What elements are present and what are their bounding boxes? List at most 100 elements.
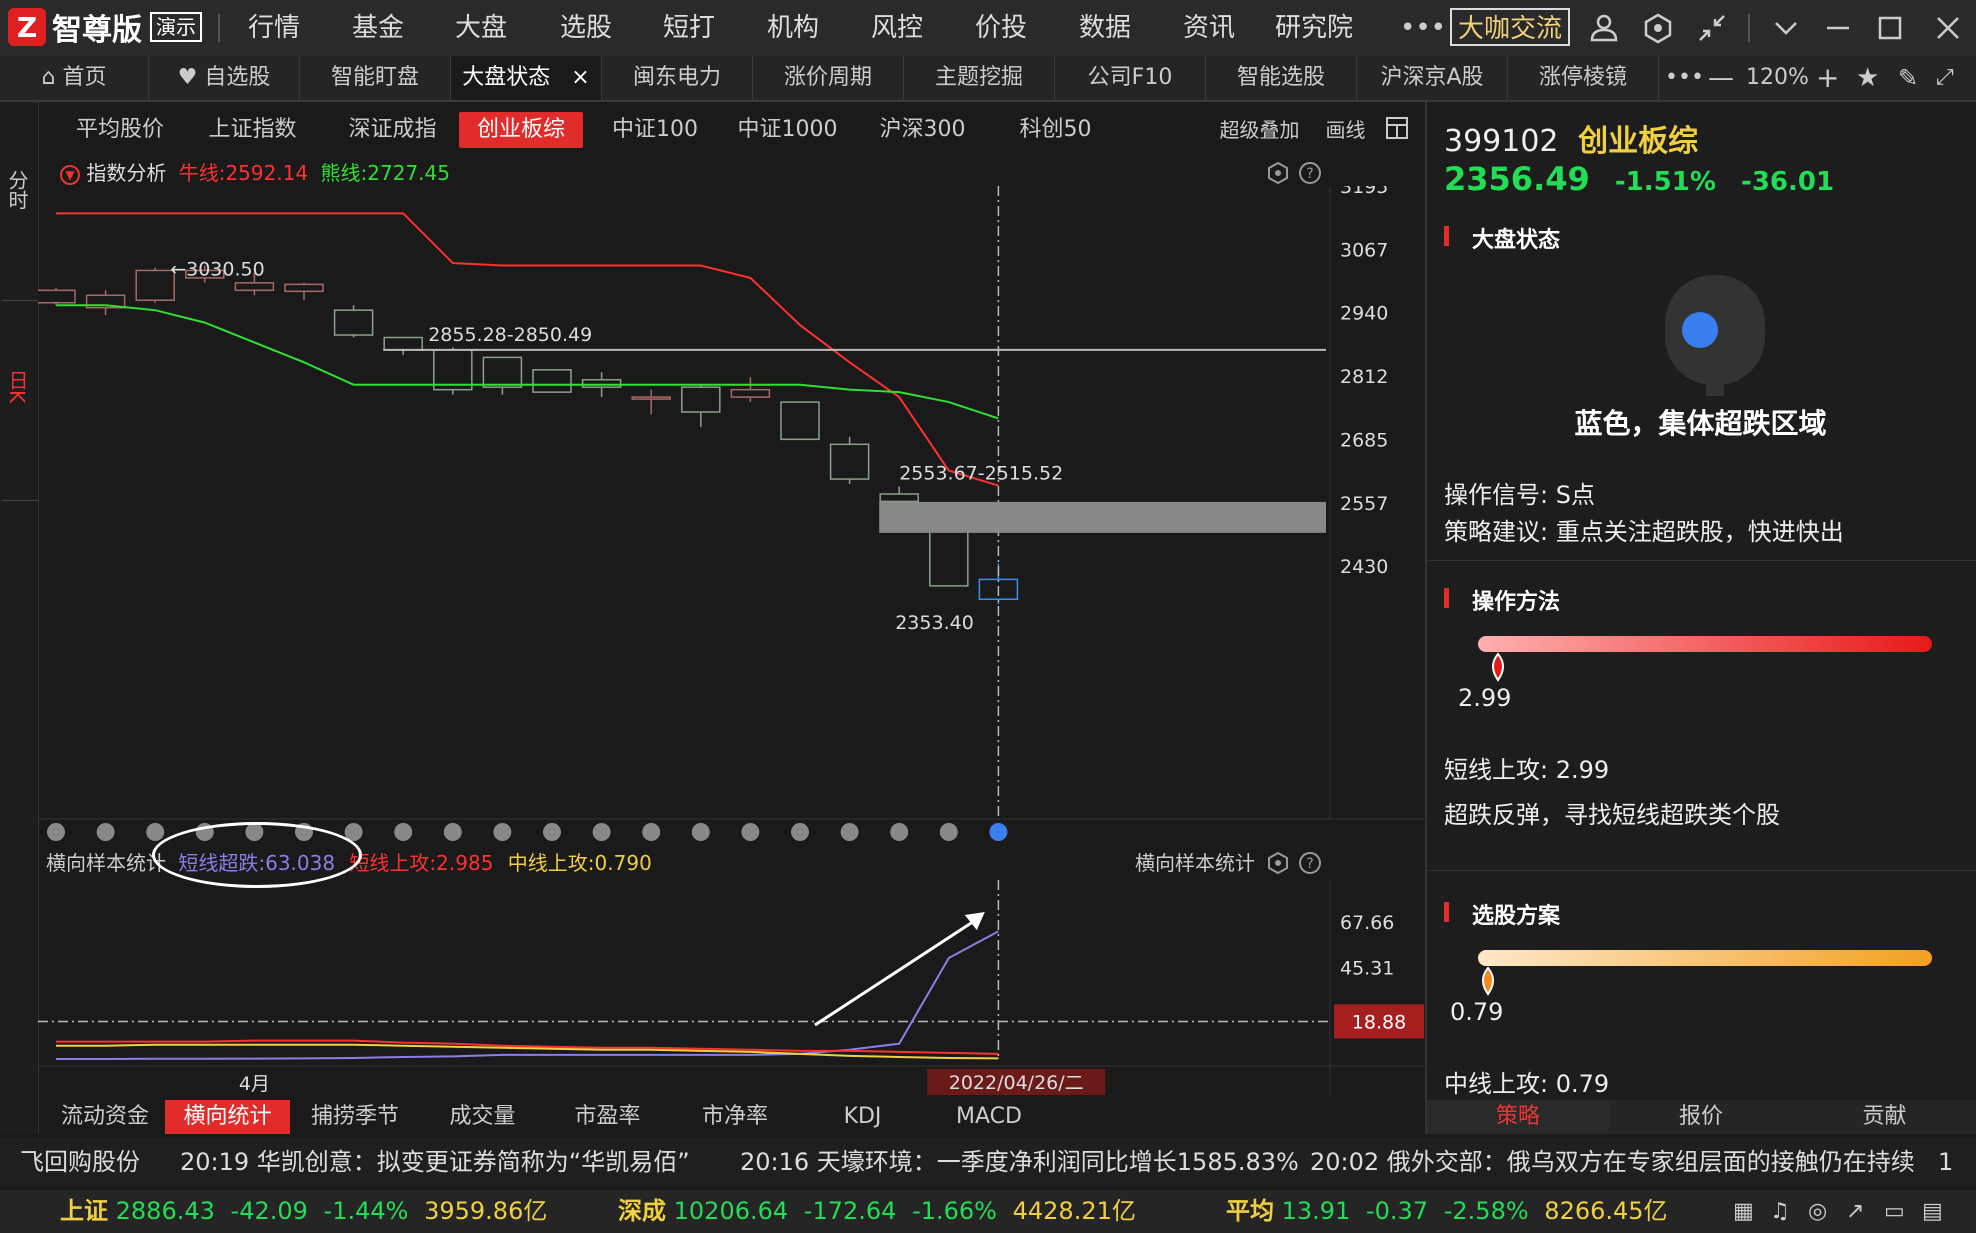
svg-text:?: ? (1306, 166, 1313, 182)
index-price: 13.91 (1281, 1197, 1351, 1225)
bell-icon[interactable]: ♫ (1770, 1190, 1790, 1233)
news-item[interactable]: 20:19 华凯创意：拟变更证券简称为“华凯易佰” (180, 1137, 690, 1187)
index-tab[interactable]: 中证100 (605, 112, 705, 148)
svg-text:?: ? (1306, 856, 1313, 872)
overlay-button[interactable]: 超级叠加 (1212, 112, 1307, 148)
edit-icon[interactable]: ✎ (1898, 56, 1918, 100)
indicator-tab[interactable]: KDJ (810, 1100, 915, 1134)
quote-values: 2356.49 -1.51% -36.01 (1444, 160, 1834, 198)
menu-divider (1748, 14, 1750, 42)
minimize-icon[interactable] (1822, 12, 1854, 44)
menu-fengkong[interactable]: 风控 (871, 0, 923, 56)
index-avg[interactable]: 平均 13.91 -0.37 -2.58% 8266.45亿 (1226, 1190, 1668, 1233)
candle-body (532, 369, 572, 393)
period-dot (493, 823, 512, 841)
tab-theme[interactable]: 主题挖掘 (904, 56, 1055, 100)
index-tab[interactable]: 上证指数 (195, 112, 310, 148)
period-dot (890, 823, 909, 841)
right-tab-quote[interactable]: 报价 (1610, 1100, 1792, 1134)
indicator-tab[interactable]: 市盈率 (555, 1100, 660, 1134)
indicator-tab[interactable]: 成交量 (430, 1100, 535, 1134)
indicator-tab-active[interactable]: 横向统计 (165, 1100, 290, 1134)
news-item[interactable]: 1 (1938, 1137, 1953, 1187)
shrink-icon[interactable] (1696, 12, 1728, 44)
index-tab[interactable]: 深证成指 (335, 112, 450, 148)
index-sh[interactable]: 上证 2886.43 -42.09 -1.44% 3959.86亿 (60, 1190, 547, 1233)
expand-icon[interactable]: ⤢ (1936, 56, 1954, 100)
menu-jigou[interactable]: 机构 (767, 0, 819, 56)
indicator-tab[interactable]: 流动资金 (50, 1100, 160, 1134)
target-icon[interactable]: ◎ (1808, 1190, 1827, 1233)
index-tab[interactable]: 科创50 (1008, 112, 1103, 148)
message-icon[interactable]: ▭ (1884, 1190, 1905, 1233)
tab-watchlist[interactable]: ♥ 自选股 (149, 56, 300, 100)
index-tab[interactable]: 沪深300 (870, 112, 975, 148)
indicator-tab[interactable]: 市净率 (680, 1100, 790, 1134)
index-tab[interactable]: 平均股价 (65, 112, 175, 148)
tab-mindong[interactable]: 闽东电力 (602, 56, 753, 100)
short-up-label: 短线上攻:2.985 (349, 851, 494, 875)
tab-smart-watch[interactable]: 智能盯盘 (300, 56, 451, 100)
news-item[interactable]: 20:02 俄外交部：俄乌双方在专家组层面的接触仍在持续 (1310, 1137, 1915, 1187)
sub-settings-icon[interactable] (1266, 851, 1290, 875)
menu-jiatou[interactable]: 价投 (975, 0, 1027, 56)
tab-home[interactable]: ⌂ 首页 (0, 56, 149, 100)
news-ticker[interactable]: 飞回购股份 20:19 华凯创意：拟变更证券简称为“华凯易佰” 20:16 天壕… (0, 1137, 1976, 1187)
chart-icon[interactable]: ↗ (1846, 1190, 1864, 1233)
menu-shuju[interactable]: 数据 (1079, 0, 1131, 56)
period-dot (96, 823, 115, 841)
sub-help-icon[interactable]: ? (1298, 851, 1322, 875)
menu-xuangu[interactable]: 选股 (560, 0, 612, 56)
news-item[interactable]: 20:16 天壕环境：一季度净利润同比增长1585.83% (740, 1137, 1299, 1187)
maximize-icon[interactable] (1874, 12, 1906, 44)
chevron-down-icon[interactable] (1770, 12, 1802, 44)
tab-f10[interactable]: 公司F10 (1055, 56, 1206, 100)
grid-icon[interactable]: ▤ (1922, 1190, 1943, 1233)
chart-help-icon[interactable]: ? (1298, 161, 1322, 185)
right-tab-strategy[interactable]: 策略 (1427, 1100, 1609, 1134)
tab-limit-up[interactable]: 涨停棱镜 (1508, 56, 1659, 100)
candle-body (383, 336, 423, 351)
collapse-icon[interactable]: ▼ (60, 164, 80, 185)
more-tabs-icon[interactable]: ••• (1665, 56, 1704, 100)
index-tab-active[interactable]: 创业板综 (459, 112, 583, 148)
candle-body (681, 386, 721, 413)
index-sz[interactable]: 深成 10206.64 -172.64 -1.66% 4428.21亿 (618, 1190, 1136, 1233)
candle-body (234, 282, 275, 292)
candlestick-chart[interactable]: 3195 3067 2940 2812 2685 2557 2430 ←3030.50 285… (38, 186, 1425, 846)
menu-zixun[interactable]: 资讯 (1183, 0, 1235, 56)
star-icon[interactable]: ★ (1856, 56, 1879, 100)
sample-stat-chart[interactable]: 67.66 45.31 18.88 4月 2022/04/26/二 (38, 880, 1425, 1095)
menu-yanjiuyuan[interactable]: 研究院 (1275, 0, 1353, 56)
series-line (56, 930, 999, 1060)
right-tab-contribution[interactable]: 贡献 (1793, 1100, 1976, 1134)
tab-market-state[interactable]: 大盘状态 × (451, 56, 602, 100)
more-icon[interactable]: ••• (1400, 12, 1446, 44)
indicator-tab[interactable]: MACD (930, 1100, 1048, 1134)
tab-price-cycle[interactable]: 涨价周期 (753, 56, 904, 100)
period-dot (691, 823, 710, 841)
zoom-in-icon[interactable]: + (1816, 56, 1839, 100)
index-tab[interactable]: 中证1000 (730, 112, 845, 148)
menu-hangqing[interactable]: 行情 (248, 0, 300, 56)
tab-close-icon[interactable]: × (571, 65, 589, 90)
news-item[interactable]: 飞回购股份 (20, 1137, 140, 1187)
menu-dapan[interactable]: 大盘 (455, 0, 507, 56)
draw-line-button[interactable]: 画线 (1318, 112, 1373, 148)
indicator-tab[interactable]: 捕捞季节 (300, 1100, 410, 1134)
period-rik[interactable]: 日K (5, 370, 32, 403)
calendar-icon[interactable]: ▦ (1733, 1190, 1754, 1233)
settings-hex-icon[interactable] (1642, 12, 1674, 44)
period-fenshi[interactable]: 分时 (5, 170, 32, 210)
high-annotation: ←3030.50 (170, 259, 265, 281)
grid-layout-icon[interactable] (1385, 116, 1411, 142)
menu-duanda[interactable]: 短打 (663, 0, 715, 56)
zoom-out-icon[interactable]: — (1708, 56, 1734, 100)
daka-button[interactable]: 大咖交流 (1450, 8, 1570, 46)
chart-settings-icon[interactable] (1266, 161, 1290, 185)
tab-smart-select[interactable]: 智能选股 (1206, 56, 1357, 100)
user-icon[interactable] (1588, 12, 1620, 44)
close-icon[interactable] (1932, 12, 1964, 44)
menu-jijin[interactable]: 基金 (352, 0, 404, 56)
tab-a-shares[interactable]: 沪深京A股 (1357, 56, 1508, 100)
